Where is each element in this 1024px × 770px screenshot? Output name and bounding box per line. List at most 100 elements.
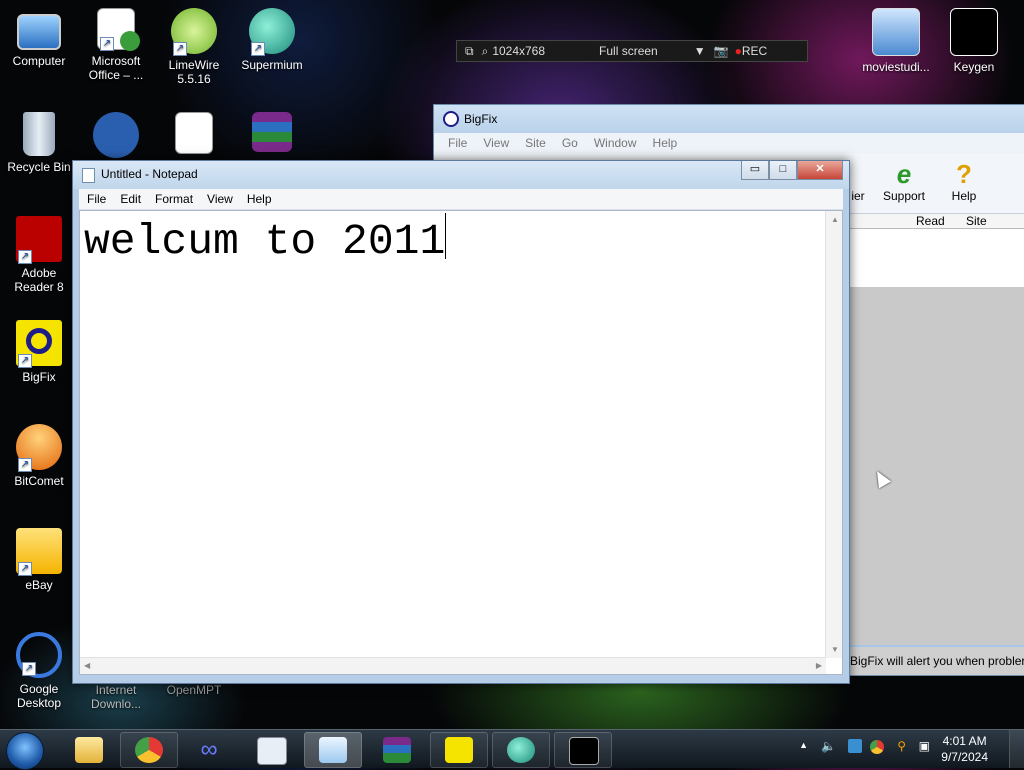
bigfix-titlebar[interactable]: BigFix bbox=[434, 105, 1024, 133]
chrome-tray-icon[interactable] bbox=[870, 740, 884, 754]
desktop-icon-openmpt[interactable]: OpenMPT bbox=[156, 683, 232, 697]
notepad-window[interactable]: Untitled - Notepad ▭ □ ✕ File Edit Forma… bbox=[72, 160, 850, 684]
keygen-icon bbox=[950, 8, 998, 56]
notepad-titlebar[interactable]: Untitled - Notepad ▭ □ ✕ bbox=[73, 161, 849, 189]
taskbar-explorer[interactable] bbox=[60, 732, 118, 768]
desktop-icon-label: OpenMPT bbox=[166, 683, 222, 697]
bigfix-menu-window[interactable]: Window bbox=[594, 133, 637, 153]
desktop-icon-google-desktop[interactable]: ↗ Google Desktop bbox=[1, 632, 77, 710]
command-prompt-icon bbox=[569, 737, 599, 765]
network-icon[interactable] bbox=[848, 739, 862, 753]
start-button[interactable] bbox=[6, 732, 44, 770]
shortcut-arrow-icon: ↗ bbox=[18, 250, 32, 264]
scroll-down-icon[interactable]: ▼ bbox=[831, 645, 839, 654]
desktop-icon-idm[interactable]: Internet Downlo... bbox=[78, 683, 154, 711]
google-desktop-icon: ↗ bbox=[16, 632, 62, 678]
search-tray-icon[interactable]: ⚲ bbox=[897, 739, 906, 753]
bitcomet-icon: ↗ bbox=[16, 424, 62, 472]
camera-icon[interactable]: 📷 bbox=[714, 44, 729, 58]
notepad-menu-view[interactable]: View bbox=[207, 189, 233, 209]
computer-icon bbox=[17, 14, 61, 50]
notepad-icon bbox=[319, 737, 347, 763]
taskbar: ∞ ▲ 🔈 ⚲ ▣ 4:01 AM 9/7/2024 bbox=[0, 729, 1024, 770]
bigfix-menu-help[interactable]: Help bbox=[653, 133, 678, 153]
record-icon[interactable]: ● bbox=[735, 44, 742, 58]
bigfix-logo-icon bbox=[443, 111, 459, 127]
chevron-down-icon[interactable]: ▼ bbox=[694, 44, 706, 58]
horizontal-scrollbar[interactable]: ◀ ▶ bbox=[80, 657, 826, 674]
desktop-icon-keygen[interactable]: Keygen bbox=[936, 8, 1012, 74]
supermium-icon: ↗ bbox=[249, 8, 295, 56]
desktop-icon-supermium[interactable]: ↗ Supermium bbox=[234, 8, 310, 72]
clock[interactable]: 4:01 AM 9/7/2024 bbox=[941, 733, 988, 765]
desktop-icon-recycle-bin[interactable]: Recycle Bin bbox=[1, 112, 77, 174]
bigfix-partial-label: ier bbox=[851, 189, 865, 203]
desktop-icon-napster[interactable] bbox=[78, 112, 154, 162]
capture-mode[interactable]: Full screen bbox=[599, 44, 658, 58]
record-label[interactable]: REC bbox=[742, 44, 767, 58]
show-hidden-icons-icon[interactable]: ▲ bbox=[799, 740, 808, 750]
notepad-menu-edit[interactable]: Edit bbox=[120, 189, 141, 209]
notepad-menu-file[interactable]: File bbox=[87, 189, 106, 209]
desktop-icon-label: BitComet bbox=[14, 474, 64, 488]
bigfix-menu-site[interactable]: Site bbox=[525, 133, 546, 153]
notepad-menubar: File Edit Format View Help bbox=[79, 189, 843, 210]
bigfix-menu-file[interactable]: File bbox=[448, 133, 467, 153]
scroll-left-icon[interactable]: ◀ bbox=[84, 661, 90, 670]
volume-icon[interactable]: 🔈 bbox=[821, 739, 836, 753]
winrar-icon bbox=[252, 112, 292, 152]
taskbar-supermium[interactable] bbox=[492, 732, 550, 768]
desktop-icon-ebay[interactable]: ↗ eBay bbox=[1, 528, 77, 592]
desktop-icon-adobe-reader[interactable]: ↗ Adobe Reader 8 bbox=[1, 216, 77, 294]
notepad-menu-help[interactable]: Help bbox=[247, 189, 272, 209]
support-e-icon: e bbox=[896, 159, 912, 189]
bigfix-help-button[interactable]: ? Help bbox=[936, 161, 992, 203]
zoom-icon[interactable]: ⌕ bbox=[482, 44, 489, 59]
scroll-up-icon[interactable]: ▲ bbox=[831, 215, 839, 224]
desktop-icon-bitcomet[interactable]: ↗ BitComet bbox=[1, 424, 77, 488]
desktop-icon-computer[interactable]: Computer bbox=[1, 8, 77, 68]
desktop-icon-winrar[interactable] bbox=[234, 112, 310, 156]
bigfix-icon: ↗ bbox=[16, 320, 62, 368]
desktop-icon-bigfix[interactable]: ↗ BigFix bbox=[1, 320, 77, 384]
column-site[interactable]: Site bbox=[966, 214, 987, 228]
scroll-right-icon[interactable]: ▶ bbox=[816, 661, 822, 670]
winrar-icon bbox=[383, 737, 411, 763]
column-read[interactable]: Read bbox=[916, 214, 945, 228]
taskbar-notepad[interactable] bbox=[304, 732, 362, 768]
bigfix-menubar: File View Site Go Window Help bbox=[434, 133, 1024, 153]
notepad-text-area[interactable]: welcum to 2011 ▲ ▼ ◀ ▶ bbox=[79, 210, 843, 675]
desktop-icon-moviestudio[interactable]: moviestudi... bbox=[858, 8, 934, 74]
desktop-icon-label: Google Desktop bbox=[16, 682, 62, 710]
napster-icon bbox=[93, 112, 139, 158]
shortcut-arrow-icon: ↗ bbox=[251, 42, 265, 56]
display-tray-icon[interactable]: ▣ bbox=[919, 739, 930, 753]
taskbar-winrar[interactable] bbox=[368, 732, 426, 768]
desktop-icon-label: Adobe Reader 8 bbox=[14, 266, 64, 294]
moviestudio-icon bbox=[872, 8, 920, 56]
close-button[interactable]: ✕ bbox=[797, 161, 843, 180]
maximize-button[interactable]: □ bbox=[769, 161, 797, 180]
desktop-icon-setup[interactable] bbox=[156, 112, 232, 158]
notepad-text-line: welcum to 2011 bbox=[84, 213, 447, 267]
notepad-menu-format[interactable]: Format bbox=[155, 189, 193, 209]
capture-toolbar[interactable]: ⧉ ⌕ 1024x768 Full screen ▼ 📷 ● REC bbox=[456, 40, 808, 62]
desktop-icon-limewire[interactable]: ↗ LimeWire 5.5.16 bbox=[156, 8, 232, 86]
bigfix-menu-view[interactable]: View bbox=[483, 133, 509, 153]
taskbar-bigfix[interactable] bbox=[430, 732, 488, 768]
taskbar-chrome[interactable] bbox=[120, 732, 178, 768]
taskbar-cmd[interactable] bbox=[554, 732, 612, 768]
bigfix-menu-go[interactable]: Go bbox=[562, 133, 578, 153]
clock-date: 9/7/2024 bbox=[941, 750, 988, 764]
adobe-reader-icon: ↗ bbox=[16, 216, 62, 264]
show-desktop-button[interactable] bbox=[1009, 730, 1024, 768]
taskbar-app-window[interactable] bbox=[242, 732, 300, 768]
vertical-scrollbar[interactable]: ▲ ▼ bbox=[825, 211, 842, 658]
text-caret bbox=[445, 213, 447, 259]
desktop-icon-office[interactable]: ↗ Microsoft Office – ... bbox=[78, 8, 154, 82]
minimize-button[interactable]: ▭ bbox=[741, 161, 769, 180]
bigfix-support-button[interactable]: e Support bbox=[876, 161, 932, 203]
desktop-icon-label: Keygen bbox=[953, 60, 995, 74]
window-switch-icon[interactable]: ⧉ bbox=[465, 44, 474, 59]
taskbar-infinity[interactable]: ∞ bbox=[180, 732, 238, 768]
